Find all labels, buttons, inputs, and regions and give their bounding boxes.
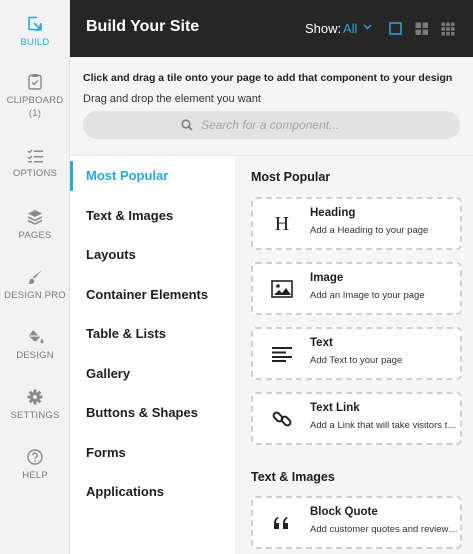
rail-label-pages: PAGES [18, 230, 52, 241]
rail-label-build: BUILD [20, 37, 50, 48]
rail-item-design-pro[interactable]: DESIGN PRO [0, 269, 70, 302]
category-layouts[interactable]: Layouts [70, 240, 235, 270]
tile-description: Add Text to your page [310, 355, 403, 366]
category-label: Most Popular [86, 168, 169, 183]
design-pro-icon [28, 270, 42, 284]
rail-label-help: HELP [22, 470, 48, 481]
rail-label-design: DESIGN [16, 350, 54, 361]
rail-item-clipboard[interactable]: CLIPBOARD (1) [0, 73, 70, 120]
rail-item-settings[interactable]: SETTINGS [0, 389, 70, 422]
search-box[interactable] [83, 111, 460, 139]
category-list: Most Popular Text & Images Layouts Conta… [70, 156, 235, 554]
clipboard-icon [28, 74, 42, 90]
category-applications[interactable]: Applications [70, 477, 235, 507]
pages-icon [27, 210, 43, 225]
tile-title: Block Quote [310, 506, 378, 518]
tile-text-link[interactable]: Text Link Add a Link that will take visi… [251, 392, 462, 445]
category-label: Applications [86, 484, 165, 499]
rail-item-help[interactable]: HELP [0, 449, 70, 482]
category-label: Forms [86, 445, 126, 460]
tile-block-quote[interactable]: Block Quote Add customer quotes and revi… [251, 496, 462, 549]
category-label: Text & Images [86, 208, 174, 223]
tile-heading[interactable]: H Heading Add a Heading to your page [251, 197, 462, 250]
build-icon [28, 16, 42, 31]
show-filter-label: Show: [305, 21, 342, 36]
rail-label-options: OPTIONS [12, 168, 58, 179]
rail-label-clipboard: CLIPBOARD [6, 95, 64, 106]
tile-title: Image [310, 272, 344, 284]
search-input[interactable] [201, 116, 441, 134]
grid-2x2-icon[interactable] [415, 22, 429, 36]
top-header: Build Your Site Show: All [70, 0, 473, 57]
design-icon [28, 330, 43, 344]
category-text-images[interactable]: Text & Images [70, 201, 235, 231]
help-icon [27, 449, 43, 465]
tile-text[interactable]: Text Add Text to your page [251, 327, 462, 380]
tile-description: Add an Image to your page [310, 290, 425, 301]
page-title: Build Your Site [86, 18, 200, 35]
settings-icon [27, 389, 43, 405]
grid-3x3-icon[interactable] [441, 22, 455, 36]
section-heading: Most Popular [251, 170, 331, 184]
tile-description: Add a Heading to your page [310, 225, 429, 236]
category-table-lists[interactable]: Table & Lists [70, 319, 235, 349]
tile-title: Text [310, 337, 333, 349]
category-buttons-shapes[interactable]: Buttons & Shapes [70, 398, 235, 428]
instructions-text: Click and drag a tile onto your page to … [83, 72, 453, 84]
category-label: Layouts [86, 247, 136, 262]
search-icon [181, 119, 193, 131]
image-icon [269, 278, 295, 300]
category-most-popular[interactable]: Most Popular [70, 161, 235, 191]
rail-item-options[interactable]: OPTIONS [0, 149, 70, 180]
category-label: Gallery [86, 366, 131, 381]
options-icon [27, 149, 43, 163]
component-panel[interactable]: Most Popular H Heading Add a Heading to … [235, 156, 473, 554]
tile-image[interactable]: Image Add an Image to your page [251, 262, 462, 315]
tile-title: Text Link [310, 402, 360, 414]
quote-icon [269, 512, 295, 534]
rail-label-settings: SETTINGS [10, 410, 60, 421]
heading-icon: H [274, 213, 290, 235]
single-view-icon[interactable] [389, 22, 403, 36]
intro-section: Click and drag a tile onto your page to … [70, 57, 473, 156]
category-label: Container Elements [86, 287, 209, 302]
rail-label-design-pro: DESIGN PRO [4, 290, 66, 301]
chevron-down-icon[interactable] [363, 24, 372, 30]
rail-item-pages[interactable]: PAGES [0, 209, 70, 242]
category-forms[interactable]: Forms [70, 438, 235, 468]
category-label: Buttons & Shapes [86, 405, 198, 420]
rail-item-build[interactable]: BUILD [0, 16, 70, 49]
tile-title: Heading [310, 207, 356, 219]
text-icon [269, 343, 295, 365]
tile-description: Add a Link that will take visitors to an… [310, 420, 458, 431]
link-icon [269, 408, 295, 430]
tile-description: Add customer quotes and reviews to your … [310, 524, 458, 535]
instructions-subtext: Drag and drop the element you want [83, 93, 261, 105]
clipboard-count: (1) [28, 108, 42, 119]
category-gallery[interactable]: Gallery [70, 359, 235, 389]
left-rail: BUILD CLIPBOARD (1) OPTIONS PAGES DESIGN… [0, 0, 70, 554]
section-heading: Text & Images [251, 470, 335, 484]
show-filter-dropdown[interactable]: All [343, 21, 357, 36]
rail-item-design[interactable]: DESIGN [0, 329, 70, 362]
site-builder: BUILD CLIPBOARD (1) OPTIONS PAGES DESIGN… [0, 0, 473, 554]
category-label: Table & Lists [86, 326, 166, 341]
category-container-elements[interactable]: Container Elements [70, 280, 235, 310]
